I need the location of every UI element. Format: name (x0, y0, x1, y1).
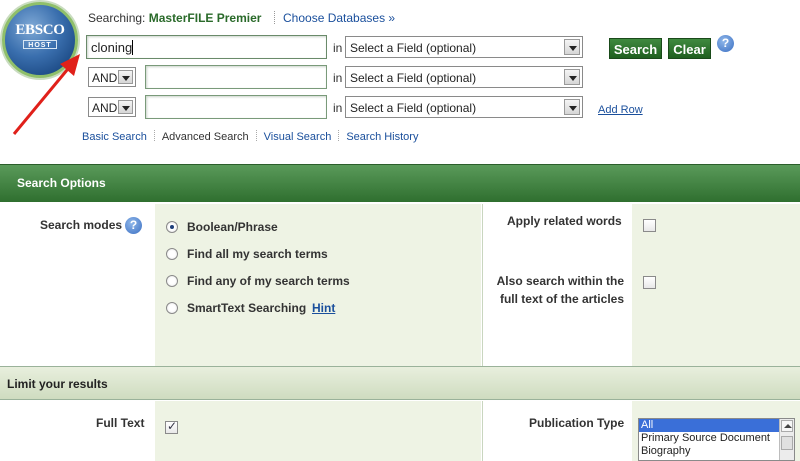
search-history-link[interactable]: Search History (346, 131, 418, 143)
visual-search-link[interactable]: Visual Search (264, 131, 332, 143)
in-label-row-3: in (333, 101, 343, 115)
field-select-value: Select a Field (optional) (350, 71, 477, 85)
search-type-links: Basic Search Advanced Search Visual Search… (82, 130, 418, 143)
field-select-value: Select a Field (optional) (350, 41, 477, 55)
publication-type-listbox[interactable]: All Primary Source Document Biography (638, 418, 795, 461)
text-cursor (132, 40, 133, 55)
full-text-search-label: Also search within the full text of the … (494, 272, 624, 308)
full-text-search-checkbox[interactable] (643, 276, 656, 289)
help-icon[interactable]: ? (125, 217, 142, 234)
search-options-header[interactable]: Search Options (0, 164, 800, 202)
search-input-row-1[interactable]: cloning (86, 35, 327, 59)
mode-label-find-any: Find any of my search terms (187, 274, 350, 288)
red-arrow-annotation (12, 54, 80, 135)
listbox-option[interactable]: Biography (639, 445, 794, 458)
listbox-option[interactable]: Primary Source Document (639, 432, 794, 445)
radio-find-all[interactable] (166, 248, 178, 260)
link-divider (255, 130, 257, 141)
logo-text-top: EBSCO (15, 22, 65, 38)
searching-prefix: Searching: (88, 11, 146, 25)
link-divider (153, 130, 155, 141)
search-input-row-3[interactable] (145, 95, 327, 119)
listbox-scrollbar[interactable] (779, 419, 794, 460)
in-label-row-2: in (333, 71, 343, 85)
mode-label-smarttext: SmartText Searching (187, 301, 307, 315)
header-divider (274, 11, 275, 24)
related-options-panel (632, 204, 800, 366)
field-select-row-1[interactable]: Select a Field (optional) (345, 36, 583, 58)
chevron-down-icon (118, 100, 133, 114)
search-input-row-2[interactable] (145, 65, 327, 89)
full-text-checkbox[interactable] (165, 419, 178, 434)
advanced-search-link[interactable]: Advanced Search (162, 131, 249, 143)
boolean-select-value: AND (92, 101, 118, 115)
logo-text-bottom: HOST (23, 40, 57, 49)
field-select-row-3[interactable]: Select a Field (optional) (345, 96, 583, 118)
search-options-title: Search Options (17, 176, 106, 190)
chevron-down-icon (564, 69, 580, 85)
chevron-down-icon (118, 70, 133, 84)
limit-left-panel (155, 401, 481, 461)
listbox-option[interactable]: All (639, 419, 794, 432)
chevron-down-icon (564, 39, 580, 55)
search-modes-label: Search modes (40, 218, 123, 232)
choose-databases-link[interactable]: Choose Databases » (283, 11, 395, 25)
radio-smarttext[interactable] (166, 302, 178, 314)
limit-results-title: Limit your results (7, 377, 108, 391)
full-text-label: Full Text (96, 416, 145, 430)
mode-label-find-all: Find all my search terms (187, 247, 328, 261)
related-words-label: Apply related words (507, 214, 622, 228)
scroll-thumb[interactable] (781, 436, 793, 450)
search-input-value: cloning (91, 40, 133, 55)
limit-label-panel (0, 401, 155, 461)
publication-type-label: Publication Type (529, 416, 625, 430)
full-text-search-line-1: Also search within the (496, 274, 624, 288)
in-label-row-1: in (333, 41, 343, 55)
boolean-select-value: AND (92, 71, 118, 85)
help-icon[interactable]: ? (717, 35, 734, 52)
related-words-checkbox[interactable] (643, 219, 656, 232)
radio-find-any[interactable] (166, 275, 178, 287)
boolean-select-row-2[interactable]: AND (88, 67, 136, 87)
searching-label: Searching: MasterFILE Premier (88, 11, 261, 25)
limit-results-header[interactable]: Limit your results (0, 366, 800, 400)
clear-button[interactable]: Clear (668, 38, 711, 59)
field-select-value: Select a Field (optional) (350, 101, 477, 115)
mode-label-boolean: Boolean/Phrase (187, 220, 278, 234)
field-select-row-2[interactable]: Select a Field (optional) (345, 66, 583, 88)
chevron-down-icon (564, 99, 580, 115)
basic-search-link[interactable]: Basic Search (82, 131, 147, 143)
boolean-select-row-3[interactable]: AND (88, 97, 136, 117)
search-button[interactable]: Search (609, 38, 662, 59)
hint-link[interactable]: Hint (312, 301, 335, 315)
radio-boolean-phrase[interactable] (166, 221, 178, 233)
add-row-link[interactable]: Add Row (598, 104, 643, 116)
full-text-search-line-2: full text of the articles (499, 292, 624, 306)
scroll-up-icon[interactable] (781, 420, 793, 432)
link-divider (338, 130, 340, 141)
limit-right-label-panel (482, 401, 632, 461)
database-name: MasterFILE Premier (148, 11, 262, 25)
